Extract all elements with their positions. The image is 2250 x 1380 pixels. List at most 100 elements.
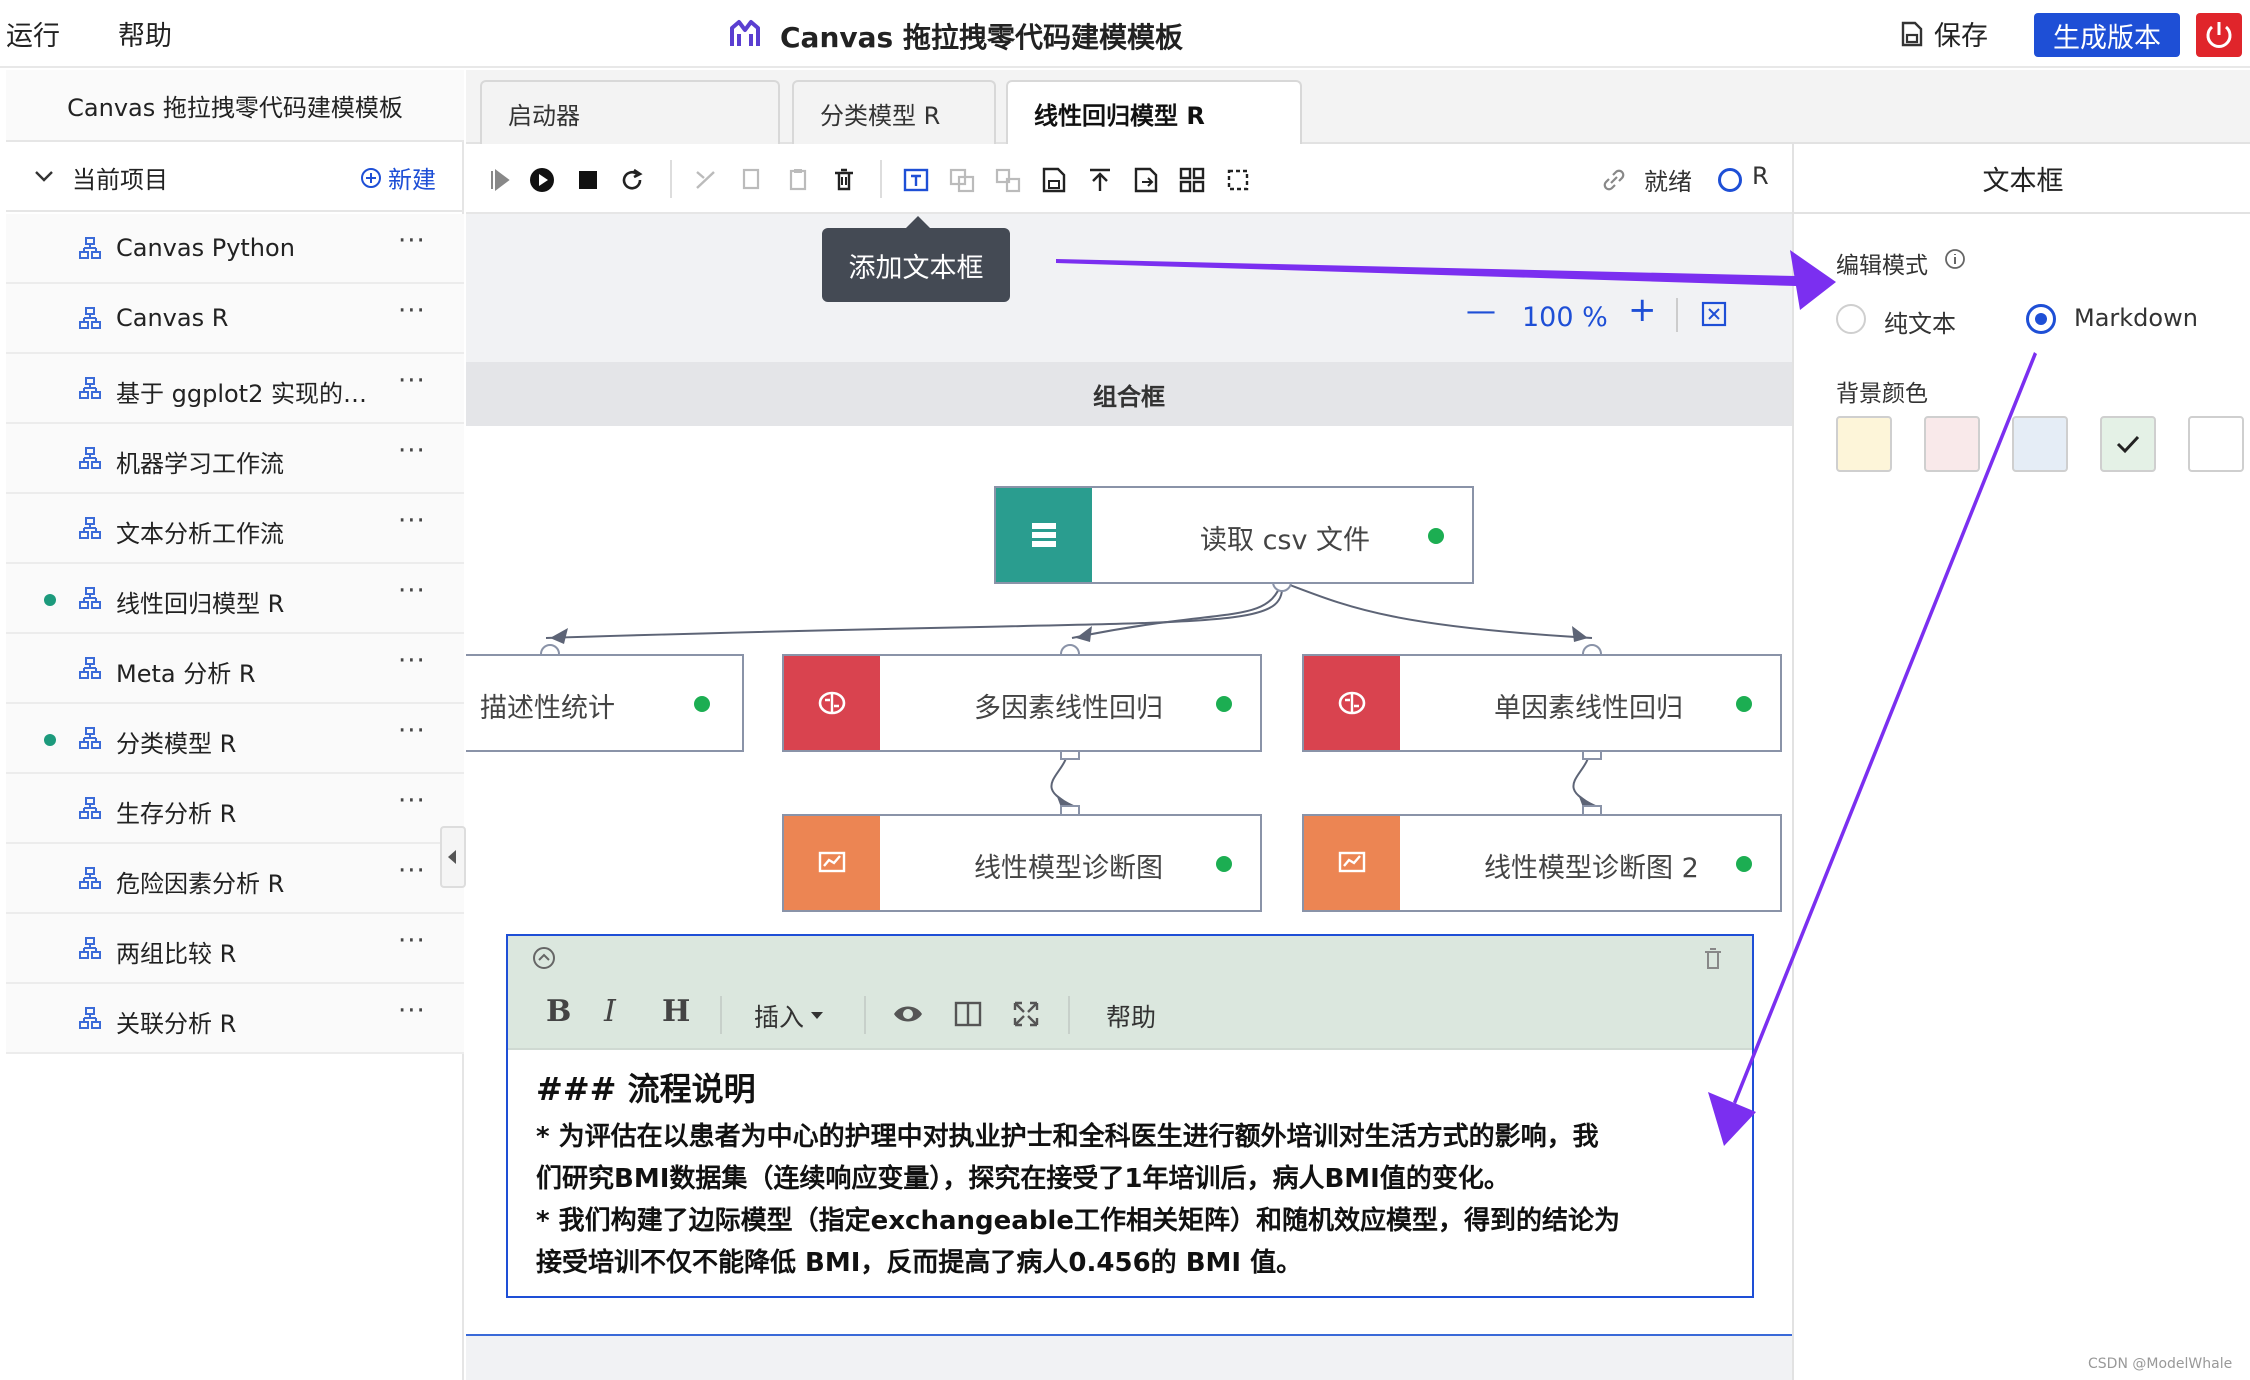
- more-options-icon[interactable]: ···: [398, 436, 426, 466]
- radio-plain-text-label[interactable]: 纯文本: [1884, 304, 1956, 339]
- more-options-icon[interactable]: ···: [398, 856, 426, 886]
- fit-icon[interactable]: [1224, 166, 1252, 194]
- workflow-icon: [79, 657, 101, 679]
- more-options-icon[interactable]: ···: [398, 506, 426, 536]
- project-item[interactable]: 机器学习工作流 ···: [6, 424, 464, 494]
- more-options-icon[interactable]: ···: [398, 716, 426, 746]
- menu-run[interactable]: 运行: [6, 14, 60, 53]
- group-icon[interactable]: [948, 166, 976, 194]
- edit-mode-label: 编辑模式: [1836, 253, 1928, 279]
- project-item[interactable]: 关联分析 R ···: [6, 984, 464, 1054]
- more-options-icon[interactable]: ···: [398, 576, 426, 606]
- project-item-label: 机器学习工作流: [116, 450, 284, 478]
- workflow-icon: [79, 797, 101, 819]
- collapse-sidebar-handle[interactable]: [440, 826, 466, 888]
- node-single-linear-regression[interactable]: 单因素线性回归: [1302, 654, 1782, 752]
- project-item[interactable]: 基于 ggplot2 实现的柱… ···: [6, 354, 464, 424]
- add-textbox-icon[interactable]: [902, 166, 930, 194]
- background-swatch[interactable]: [2188, 416, 2244, 472]
- project-item-label: 基于 ggplot2 实现的柱…: [116, 380, 386, 408]
- project-item[interactable]: 两组比较 R ···: [6, 914, 464, 984]
- project-item[interactable]: Meta 分析 R ···: [6, 634, 464, 704]
- project-item[interactable]: 生存分析 R ···: [6, 774, 464, 844]
- save-file-icon[interactable]: [1040, 166, 1068, 194]
- background-swatch[interactable]: [2012, 416, 2068, 472]
- chevron-down-icon[interactable]: [34, 166, 54, 186]
- zoom-out-button[interactable]: —: [1466, 294, 1496, 329]
- project-section-header[interactable]: 当前项目 新建: [6, 142, 464, 212]
- node-read-csv[interactable]: 读取 csv 文件: [994, 486, 1474, 584]
- generate-version-button[interactable]: 生成版本: [2034, 13, 2180, 57]
- project-item[interactable]: 危险因素分析 R ···: [6, 844, 464, 914]
- info-icon[interactable]: [1944, 248, 1966, 270]
- background-swatch[interactable]: [2100, 416, 2156, 472]
- top-bar: 运行 帮助 Canvas 拖拉拽零代码建模模板 保存 生成版本: [0, 0, 2250, 68]
- radio-markdown-label[interactable]: Markdown: [2074, 304, 2198, 332]
- properties-panel: 文本框 编辑模式 纯文本 Markdown 背景颜色: [1792, 144, 2250, 1380]
- power-button[interactable]: [2196, 13, 2242, 57]
- zoom-in-button[interactable]: +: [1628, 290, 1657, 330]
- paste-icon[interactable]: [784, 166, 812, 194]
- node-linear-diagnostic-plot-2[interactable]: 线性模型诊断图 2: [1302, 814, 1782, 912]
- more-options-icon[interactable]: ···: [398, 646, 426, 676]
- run-all-icon[interactable]: [528, 166, 556, 194]
- split-view-icon[interactable]: [954, 1000, 982, 1028]
- ungroup-icon[interactable]: [994, 166, 1022, 194]
- markdown-content[interactable]: ### 流程说明 * 为评估在以患者为中心的护理中对执业护士和全科医生进行额外培…: [536, 1064, 1736, 1284]
- node-linear-diagnostic-plot[interactable]: 线性模型诊断图: [782, 814, 1262, 912]
- more-options-icon[interactable]: ···: [398, 296, 426, 326]
- project-item[interactable]: 文本分析工作流 ···: [6, 494, 464, 564]
- restart-icon[interactable]: [618, 166, 646, 194]
- preview-eye-icon[interactable]: [892, 1000, 924, 1028]
- tab-linear-regression-r[interactable]: 线性回归模型 R: [1006, 80, 1302, 144]
- export-icon[interactable]: [1132, 166, 1160, 194]
- run-step-icon[interactable]: [486, 166, 514, 194]
- more-options-icon[interactable]: ···: [398, 366, 426, 396]
- node-icon-bg: [1304, 816, 1400, 910]
- insert-dropdown[interactable]: 插入: [754, 998, 824, 1034]
- save-button[interactable]: 保存: [1900, 14, 1988, 53]
- node-label: 线性模型诊断图 2: [1484, 853, 1699, 884]
- more-options-icon[interactable]: ···: [398, 996, 426, 1026]
- background-swatch[interactable]: [1924, 416, 1980, 472]
- group-box-header[interactable]: 组合框: [466, 362, 1792, 426]
- watermark: CSDN @ModelWhale: [2088, 1356, 2233, 1372]
- trash-icon[interactable]: [1702, 946, 1724, 970]
- link-icon[interactable]: [1600, 166, 1628, 194]
- textbox-editor[interactable]: B I H 插入 帮助 ### 流程说明 * 为评估在以患者为中心的护理中对执业…: [506, 934, 1754, 1298]
- markdown-help-button[interactable]: 帮助: [1106, 998, 1156, 1034]
- tab-classification-r[interactable]: 分类模型 R: [792, 80, 996, 144]
- node-multi-linear-regression[interactable]: 多因素线性回归: [782, 654, 1262, 752]
- layout-icon[interactable]: [1178, 166, 1206, 194]
- fullscreen-icon[interactable]: [1012, 1000, 1040, 1028]
- tab-label: 分类模型 R: [820, 101, 941, 130]
- project-item[interactable]: Canvas R ···: [6, 284, 464, 354]
- upload-icon[interactable]: [1086, 166, 1114, 194]
- copy-icon[interactable]: [738, 166, 766, 194]
- kernel-status-circle-icon: [1718, 168, 1742, 192]
- italic-button[interactable]: I: [604, 994, 616, 1029]
- plus-circle-icon: [361, 167, 381, 188]
- radio-markdown[interactable]: [2026, 304, 2056, 334]
- more-options-icon[interactable]: ···: [398, 226, 426, 256]
- project-item[interactable]: 分类模型 R ···: [6, 704, 464, 774]
- cut-icon[interactable]: [692, 166, 720, 194]
- heading-button[interactable]: H: [662, 994, 690, 1029]
- fit-view-icon[interactable]: [1700, 300, 1728, 328]
- more-options-icon[interactable]: ···: [398, 926, 426, 956]
- tab-launcher[interactable]: 启动器: [480, 80, 780, 144]
- brain-icon: [818, 691, 846, 715]
- project-item[interactable]: Canvas Python ···: [6, 214, 464, 284]
- menu-help[interactable]: 帮助: [118, 14, 172, 53]
- radio-plain-text[interactable]: [1836, 304, 1866, 334]
- collapse-up-icon[interactable]: [532, 946, 556, 970]
- kernel-language[interactable]: R: [1752, 162, 1769, 190]
- bold-button[interactable]: B: [546, 994, 571, 1029]
- delete-icon[interactable]: [830, 166, 858, 194]
- node-descriptive-stats[interactable]: 描述性统计: [466, 654, 744, 752]
- new-project-button[interactable]: 新建: [360, 160, 436, 195]
- stop-icon[interactable]: [574, 166, 602, 194]
- more-options-icon[interactable]: ···: [398, 786, 426, 816]
- background-swatch[interactable]: [1836, 416, 1892, 472]
- project-item[interactable]: 线性回归模型 R ···: [6, 564, 464, 634]
